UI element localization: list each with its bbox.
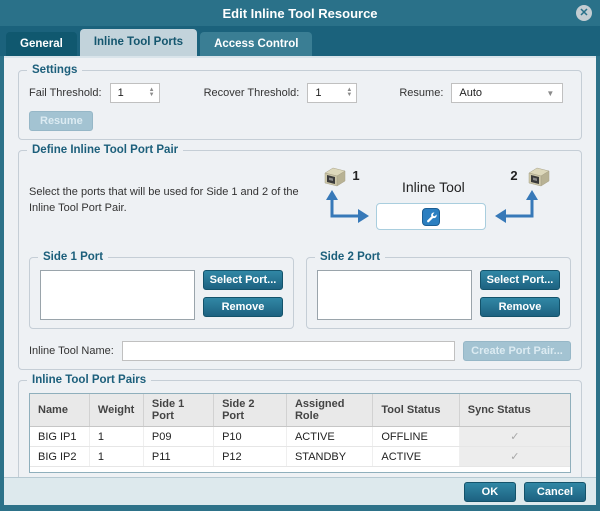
dialog-footer: OK Cancel: [4, 477, 596, 505]
resume-dropdown[interactable]: Auto ▼: [451, 83, 563, 103]
cell-tool-status: ACTIVE: [373, 447, 459, 467]
cell-weight: 1: [89, 427, 143, 447]
cell-role: ACTIVE: [286, 427, 372, 447]
side-2-port-fieldset: Side 2 Port Select Port... Remove: [306, 257, 571, 329]
resume-button[interactable]: Resume: [29, 111, 93, 131]
port-2-icon: [526, 165, 552, 189]
port-1-number: 1: [352, 168, 359, 183]
port-pairs-legend: Inline Tool Port Pairs: [27, 374, 151, 386]
table-row[interactable]: BIG IP2 1 P11 P12 STANDBY ACTIVE ✓: [30, 447, 570, 467]
port-pairs-table: Name Weight Side 1 Port Side 2 Port Assi…: [29, 393, 571, 473]
column-header-role[interactable]: Assigned Role: [286, 394, 372, 427]
fail-threshold-label: Fail Threshold:: [29, 87, 102, 99]
side-2-remove-button[interactable]: Remove: [480, 297, 560, 317]
sync-check-icon: ✓: [459, 427, 570, 447]
cell-tool-status: OFFLINE: [373, 427, 459, 447]
fail-threshold-spin-arrows[interactable]: ▲ ▼: [145, 88, 159, 98]
settings-legend: Settings: [27, 64, 82, 76]
inline-tool-name-label: Inline Tool Name:: [29, 345, 114, 357]
side-1-remove-button[interactable]: Remove: [203, 297, 283, 317]
tab-panel-inline-tool-ports: Settings Fail Threshold: 1 ▲ ▼ Recover T…: [4, 56, 596, 477]
column-header-side2[interactable]: Side 2 Port: [214, 394, 287, 427]
dialog-title: Edit Inline Tool Resource: [222, 6, 377, 21]
spin-down-icon[interactable]: ▼: [346, 93, 352, 98]
fail-threshold-value: 1: [111, 87, 145, 99]
column-header-weight[interactable]: Weight: [89, 394, 143, 427]
side-2-port-legend: Side 2 Port: [315, 251, 385, 263]
side-2-port-list[interactable]: [317, 270, 472, 320]
recover-threshold-spinner[interactable]: 1 ▲ ▼: [307, 83, 357, 103]
side-1-port-fieldset: Side 1 Port Select Port... Remove: [29, 257, 294, 329]
inline-tool-label: Inline Tool: [378, 179, 488, 195]
tab-general[interactable]: General: [6, 32, 77, 56]
inline-tool-diagram: 1 Inline Tool 2: [320, 163, 571, 247]
chevron-down-icon: ▼: [546, 89, 562, 98]
side-1-select-port-button[interactable]: Select Port...: [203, 270, 283, 290]
cell-role: STANDBY: [286, 447, 372, 467]
side-1-arrow: [322, 187, 372, 225]
cell-name: BIG IP2: [30, 447, 89, 467]
wrench-icon: [422, 208, 440, 226]
side-2-arrow: [492, 187, 542, 225]
side-1-port-list[interactable]: [40, 270, 195, 320]
create-port-pair-button[interactable]: Create Port Pair...: [463, 341, 571, 361]
port-pair-description: Select the ports that will be used for S…: [29, 163, 320, 247]
tab-access-control[interactable]: Access Control: [200, 32, 312, 56]
recover-threshold-label: Recover Threshold:: [204, 87, 300, 99]
column-header-tool-status[interactable]: Tool Status: [373, 394, 459, 427]
column-header-name[interactable]: Name: [30, 394, 89, 427]
table-header-row: Name Weight Side 1 Port Side 2 Port Assi…: [30, 394, 570, 427]
resume-selected-value: Auto: [452, 87, 546, 99]
recover-threshold-spin-arrows[interactable]: ▲ ▼: [342, 88, 356, 98]
port-pairs-fieldset: Inline Tool Port Pairs Name Weight Side …: [18, 380, 582, 477]
define-port-pair-fieldset: Define Inline Tool Port Pair Select the …: [18, 150, 582, 370]
side-1-port-legend: Side 1 Port: [38, 251, 108, 263]
settings-fieldset: Settings Fail Threshold: 1 ▲ ▼ Recover T…: [18, 70, 582, 140]
recover-threshold-value: 1: [308, 87, 342, 99]
column-header-sync-status[interactable]: Sync Status: [459, 394, 570, 427]
inline-tool-name-input[interactable]: [122, 341, 455, 361]
fail-threshold-spinner[interactable]: 1 ▲ ▼: [110, 83, 160, 103]
port-1-icon: [322, 165, 348, 189]
cell-side2: P10: [214, 427, 287, 447]
tab-inline-tool-ports[interactable]: Inline Tool Ports: [80, 29, 197, 56]
resume-label: Resume:: [399, 87, 443, 99]
table-row[interactable]: BIG IP1 1 P09 P10 ACTIVE OFFLINE ✓: [30, 427, 570, 447]
cancel-button[interactable]: Cancel: [524, 482, 586, 502]
sync-check-icon: ✓: [459, 447, 570, 467]
cell-name: BIG IP1: [30, 427, 89, 447]
edit-inline-tool-resource-dialog: Edit Inline Tool Resource ✕ General Inli…: [0, 0, 600, 511]
inline-tool-box: [376, 203, 486, 230]
cell-side2: P12: [214, 447, 287, 467]
cell-weight: 1: [89, 447, 143, 467]
title-bar: Edit Inline Tool Resource ✕: [0, 0, 600, 26]
column-header-side1[interactable]: Side 1 Port: [143, 394, 213, 427]
cell-side1: P11: [143, 447, 213, 467]
cell-side1: P09: [143, 427, 213, 447]
define-port-pair-legend: Define Inline Tool Port Pair: [27, 144, 183, 156]
tab-bar: General Inline Tool Ports Access Control: [0, 26, 600, 56]
side-2-select-port-button[interactable]: Select Port...: [480, 270, 560, 290]
close-icon[interactable]: ✕: [576, 5, 592, 21]
port-2-number: 2: [510, 168, 517, 183]
ok-button[interactable]: OK: [464, 482, 516, 502]
spin-down-icon[interactable]: ▼: [149, 93, 155, 98]
